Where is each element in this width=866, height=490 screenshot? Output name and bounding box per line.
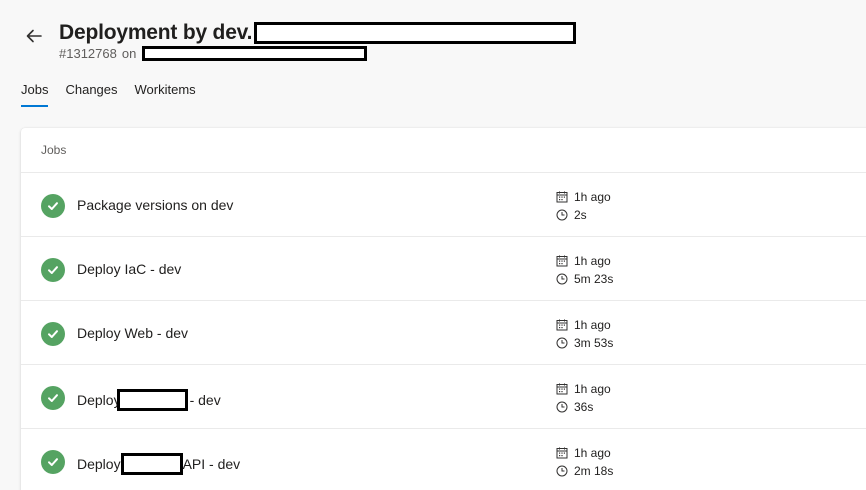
clock-icon: [556, 337, 568, 349]
clock-icon: [556, 273, 568, 285]
job-name: Package versions on dev: [77, 197, 233, 213]
redacted-block: [142, 46, 368, 61]
job-duration: 2m 18s: [574, 464, 614, 478]
job-row[interactable]: Deploy - dev 1h ago 36s: [21, 365, 866, 429]
job-name-prefix: Deploy: [77, 392, 121, 408]
check-circle-icon: [41, 322, 65, 346]
job-meta: 1h ago 2s: [556, 188, 611, 224]
job-started: 1h ago: [574, 446, 611, 460]
redacted-block: [254, 22, 577, 44]
job-duration: 36s: [574, 400, 594, 414]
job-meta: 1h ago 2m 18s: [556, 444, 613, 480]
redacted-block: [120, 453, 183, 475]
pipeline-run-page: Deployment by dev. #1312768 on Jobs Chan…: [0, 0, 866, 490]
job-row[interactable]: Deploy IaC - dev 1h ago 5m 23s: [21, 237, 866, 301]
check-circle-icon: [41, 450, 65, 474]
calendar-icon: [556, 319, 568, 331]
job-row[interactable]: Deploy Web - dev 1h ago 3m 53s: [21, 301, 866, 365]
job-row[interactable]: Package versions on dev 1h ago 2s: [21, 173, 866, 237]
job-name-text: Deploy Web - dev: [77, 325, 189, 341]
tab-jobs[interactable]: Jobs: [21, 80, 49, 107]
clock-icon: [556, 465, 568, 477]
job-duration: 5m 23s: [574, 272, 614, 286]
job-started: 1h ago: [574, 190, 611, 204]
job-name: Deploy - dev: [77, 389, 221, 411]
on-label: on: [121, 46, 137, 61]
clock-icon: [556, 401, 568, 413]
job-duration: 2s: [574, 208, 587, 222]
job-name: Deploy Web - dev: [77, 325, 188, 341]
tab-changes[interactable]: Changes: [65, 80, 117, 107]
check-circle-icon: [41, 194, 65, 218]
job-name-prefix: Deploy: [77, 456, 121, 472]
run-number: #1312768: [59, 46, 117, 61]
job-name: Deploy IaC - dev: [77, 261, 181, 277]
job-meta: 1h ago 36s: [556, 380, 611, 416]
job-name-text: Deploy IaC - dev: [77, 261, 182, 277]
calendar-icon: [556, 191, 568, 203]
job-name-suffix: API - dev: [182, 456, 241, 472]
job-meta: 1h ago 5m 23s: [556, 252, 613, 288]
run-subtitle: #1312768 on: [59, 46, 368, 61]
clock-icon: [556, 209, 568, 221]
page-title: Deployment by dev.: [59, 21, 253, 44]
jobs-card-header: Jobs: [21, 128, 866, 173]
calendar-icon: [556, 255, 568, 267]
job-started: 1h ago: [574, 382, 611, 396]
redacted-block: [116, 389, 188, 411]
job-duration: 3m 53s: [574, 336, 614, 350]
back-button[interactable]: [22, 24, 46, 48]
job-name: Deploy API - dev: [77, 453, 240, 475]
calendar-icon: [556, 383, 568, 395]
job-started: 1h ago: [574, 318, 611, 332]
jobs-card: Jobs Package versions on dev 1h ago 2s D…: [21, 128, 866, 490]
calendar-icon: [556, 447, 568, 459]
job-name-suffix: - dev: [189, 392, 221, 408]
job-row[interactable]: Deploy API - dev 1h ago 2m 18s: [21, 429, 866, 490]
page-title-row: Deployment by dev.: [59, 18, 577, 48]
job-started: 1h ago: [574, 254, 611, 268]
check-circle-icon: [41, 258, 65, 282]
tab-workitems[interactable]: Workitems: [135, 80, 196, 107]
job-name-text: Package versions on dev: [77, 197, 234, 213]
check-circle-icon: [41, 386, 65, 410]
tab-bar: Jobs Changes Workitems: [21, 80, 213, 107]
arrow-left-icon: [26, 29, 42, 43]
job-meta: 1h ago 3m 53s: [556, 316, 613, 352]
